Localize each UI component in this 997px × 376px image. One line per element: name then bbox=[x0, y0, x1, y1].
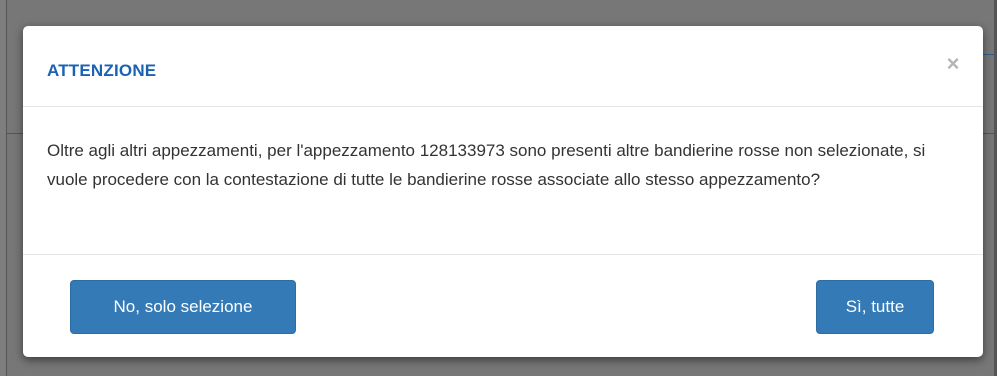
dialog-message: Oltre agli altri appezzamenti, per l'app… bbox=[47, 141, 926, 189]
dialog-header: ATTENZIONE × bbox=[23, 26, 983, 107]
background-divider-left bbox=[6, 133, 24, 134]
dialog-title: ATTENZIONE bbox=[47, 61, 157, 80]
background-divider-top-right bbox=[983, 54, 994, 55]
close-icon: × bbox=[946, 51, 960, 76]
dialog-footer: No, solo selezione Sì, tutte bbox=[23, 255, 983, 355]
dialog-body: Oltre agli altri appezzamenti, per l'app… bbox=[23, 107, 983, 255]
no-selection-only-button[interactable]: No, solo selezione bbox=[70, 280, 296, 334]
yes-all-button[interactable]: Sì, tutte bbox=[816, 280, 934, 334]
confirmation-dialog: ATTENZIONE × Oltre agli altri appezzamen… bbox=[23, 26, 983, 357]
background-divider-right bbox=[983, 133, 994, 134]
close-button[interactable]: × bbox=[943, 53, 963, 75]
background-panel-edge-left bbox=[0, 0, 7, 376]
